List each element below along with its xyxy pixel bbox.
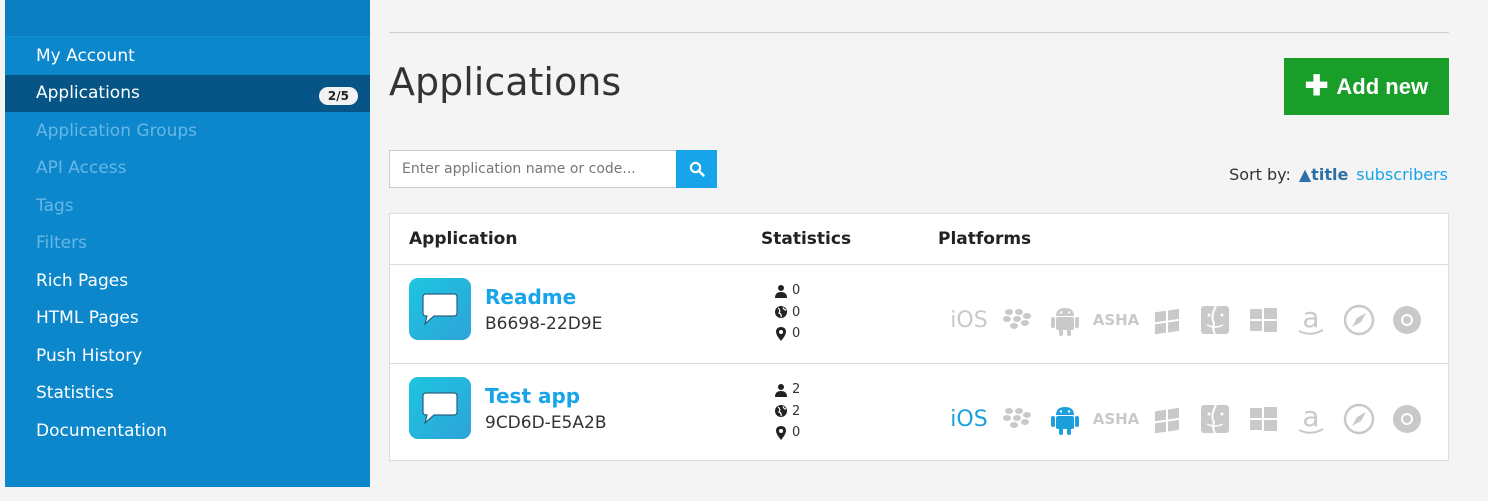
amazon-icon: a — [1292, 301, 1330, 339]
subscribers-count: 0 — [792, 283, 801, 299]
windows-icon — [1244, 301, 1282, 339]
column-platforms: Platforms — [938, 229, 1032, 249]
sort-by-subscribers[interactable]: subscribers — [1356, 165, 1448, 184]
user-icon — [775, 383, 787, 397]
table-row[interactable]: Test app 9CD6D-E5A2B 2 2 0 iOS ASHA a — [390, 363, 1448, 461]
sidebar-item-api-access[interactable]: API Access — [5, 150, 370, 188]
search-icon — [689, 161, 705, 177]
locations-count: 0 — [792, 326, 801, 342]
globe-icon — [775, 405, 787, 418]
chrome-icon — [1388, 301, 1426, 339]
plus-icon: ✚ — [1304, 69, 1329, 101]
search-bar — [389, 150, 717, 188]
chat-bubble-icon — [422, 293, 458, 326]
search-input[interactable] — [389, 150, 676, 188]
blackberry-icon — [998, 301, 1036, 339]
windows-legacy-icon — [1148, 301, 1186, 339]
applications-count-badge: 2/5 — [318, 86, 358, 105]
app-code: B6698-22D9E — [485, 314, 603, 334]
windows-legacy-icon — [1148, 400, 1186, 438]
table-row[interactable]: Readme B6698-22D9E 0 0 0 iOS ASHA a — [390, 265, 1448, 363]
windows-icon — [1244, 400, 1282, 438]
safari-icon — [1340, 400, 1378, 438]
subscribers-count: 2 — [792, 382, 801, 398]
sidebar-item-label: Application Groups — [36, 120, 198, 141]
top-divider — [389, 32, 1449, 33]
sidebar-item-label: Applications — [36, 83, 140, 104]
sidebar-item-label: Tags — [36, 195, 74, 216]
sidebar-header — [5, 0, 370, 37]
applications-table: Application Statistics Platforms Readme … — [389, 213, 1449, 461]
column-application: Application — [409, 229, 518, 249]
svg-text:a: a — [1302, 303, 1319, 334]
map-marker-icon — [776, 326, 786, 341]
devices-count: 2 — [792, 403, 801, 419]
sidebar-item-label: Documentation — [36, 420, 168, 441]
sidebar-item-rich-pages[interactable]: Rich Pages — [5, 262, 370, 300]
sidebar-item-my-account[interactable]: My Account — [5, 37, 370, 75]
blackberry-icon — [998, 400, 1036, 438]
app-icon[interactable] — [409, 377, 471, 439]
sidebar-item-statistics[interactable]: Statistics — [5, 375, 370, 413]
page-title: Applications — [389, 60, 622, 104]
sort-label: Sort by: — [1229, 165, 1291, 184]
sidebar-item-label: Push History — [36, 345, 143, 366]
sidebar-item-filters[interactable]: Filters — [5, 225, 370, 263]
sidebar-item-application-groups[interactable]: Application Groups — [5, 112, 370, 150]
sidebar-item-html-pages[interactable]: HTML Pages — [5, 300, 370, 338]
map-marker-icon — [776, 425, 786, 440]
asha-icon: ASHA — [1092, 311, 1140, 329]
app-icon[interactable] — [409, 278, 471, 340]
app-code: 9CD6D-E5A2B — [485, 413, 607, 433]
amazon-icon: a — [1292, 400, 1330, 438]
sidebar-item-label: Statistics — [36, 383, 114, 404]
sidebar-item-push-history[interactable]: Push History — [5, 337, 370, 375]
mac-finder-icon — [1196, 301, 1234, 339]
search-button[interactable] — [676, 150, 717, 188]
chrome-icon — [1388, 400, 1426, 438]
ios-icon: iOS — [950, 406, 988, 432]
locations-count: 0 — [792, 425, 801, 441]
sidebar-item-applications[interactable]: Applications 2/5 — [5, 74, 370, 112]
android-icon — [1046, 400, 1084, 438]
column-statistics: Statistics — [761, 229, 852, 249]
sidebar-item-label: Filters — [36, 233, 87, 254]
app-statistics: 0 0 0 — [774, 280, 800, 345]
safari-icon — [1340, 301, 1378, 339]
sort-controls: Sort by: ▲title subscribers — [1229, 165, 1448, 184]
sidebar-item-tags[interactable]: Tags — [5, 187, 370, 225]
devices-count: 0 — [792, 304, 801, 320]
mac-finder-icon — [1196, 400, 1234, 438]
asha-icon: ASHA — [1092, 410, 1140, 428]
platform-list: iOS ASHA a — [950, 400, 1426, 438]
app-name-link[interactable]: Test app — [485, 384, 580, 408]
android-icon — [1046, 301, 1084, 339]
sidebar-item-documentation[interactable]: Documentation — [5, 412, 370, 450]
chat-bubble-icon — [422, 392, 458, 425]
app-name-link[interactable]: Readme — [485, 285, 576, 309]
sidebar: My Account Applications 2/5 Application G… — [5, 0, 370, 487]
sidebar-item-label: My Account — [36, 45, 135, 66]
globe-icon — [775, 306, 787, 319]
add-new-button[interactable]: ✚ Add new — [1284, 58, 1449, 115]
add-new-label: Add new — [1336, 73, 1429, 99]
app-statistics: 2 2 0 — [774, 379, 800, 444]
ios-icon: iOS — [950, 307, 988, 333]
user-icon — [775, 284, 787, 298]
svg-text:a: a — [1302, 402, 1319, 433]
sort-by-title[interactable]: ▲title — [1299, 165, 1348, 184]
sidebar-item-label: API Access — [36, 158, 127, 179]
sidebar-item-label: HTML Pages — [36, 308, 139, 329]
platform-list: iOS ASHA a — [950, 301, 1426, 339]
sidebar-item-label: Rich Pages — [36, 270, 129, 291]
table-header: Application Statistics Platforms — [390, 214, 1448, 265]
